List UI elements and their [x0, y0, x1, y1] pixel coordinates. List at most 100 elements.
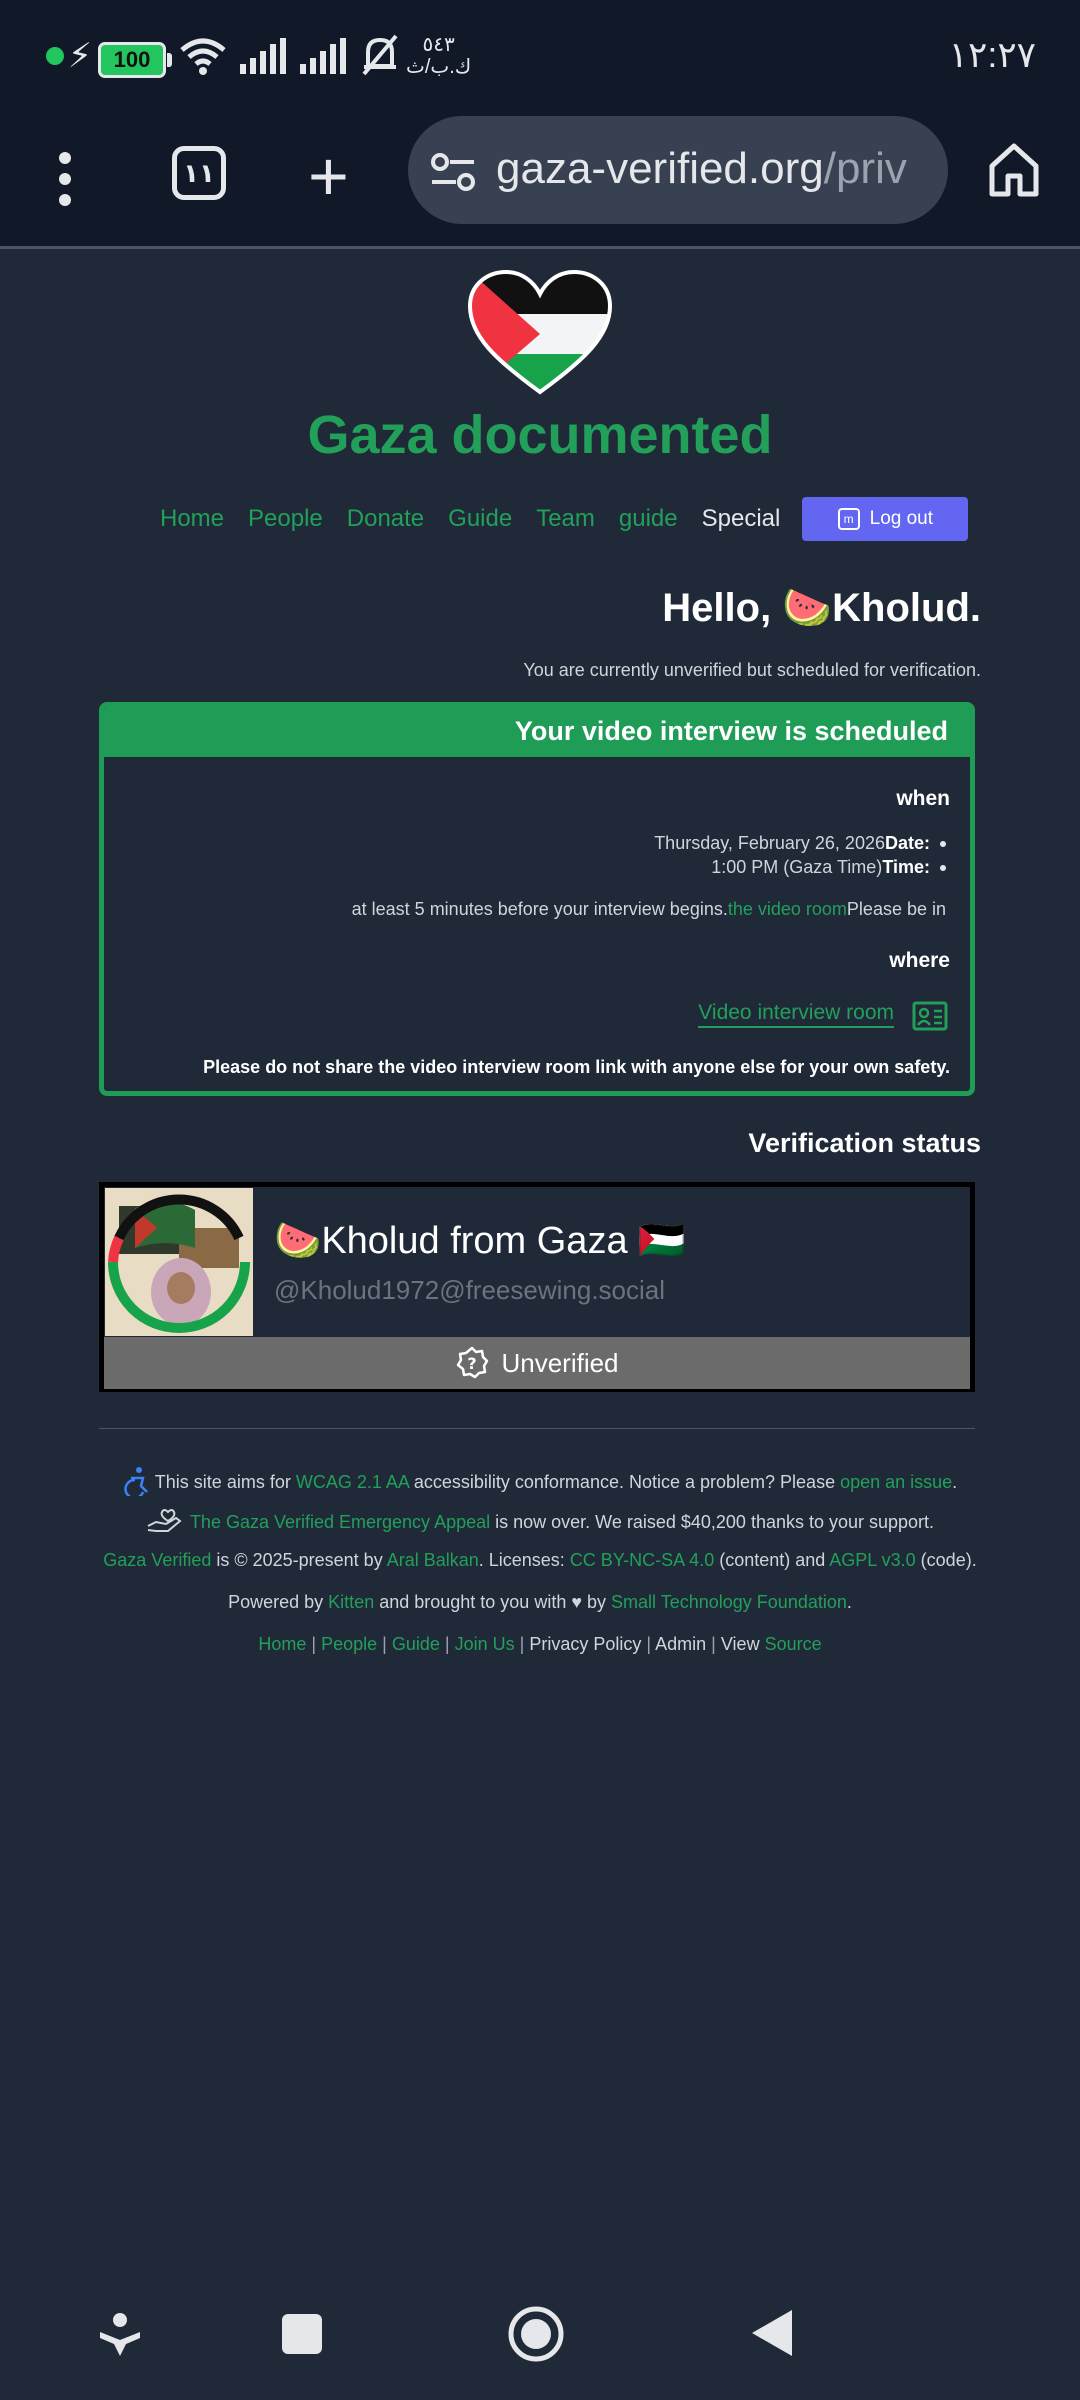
- unverified-badge-icon: ?: [457, 1346, 489, 1379]
- gaza-verified-link[interactable]: Gaza Verified: [103, 1550, 211, 1570]
- footer-join-link[interactable]: Join Us: [455, 1634, 515, 1654]
- footer-copyright: Gaza Verified is © 2025-present by Aral …: [0, 1550, 1080, 1571]
- speed-unit: ك.ب/ث: [406, 56, 472, 78]
- signal-icon-2: [300, 38, 346, 74]
- greeting-heading: Hello, 🍉Kholud.: [662, 584, 981, 631]
- nav-guide-2[interactable]: guide: [619, 505, 678, 533]
- site-settings-icon[interactable]: [430, 152, 476, 192]
- video-room-inline-link[interactable]: the video room: [728, 899, 847, 919]
- footer-appeal: The Gaza Verified Emergency Appeal is no…: [0, 1508, 1080, 1534]
- site-title[interactable]: Gaza documented: [0, 404, 1080, 466]
- watermelon-emoji: 🍉: [782, 586, 833, 630]
- kitten-link[interactable]: Kitten: [328, 1592, 374, 1612]
- nav-team[interactable]: Team: [536, 505, 595, 533]
- aral-balkan-link[interactable]: Aral Balkan: [387, 1550, 479, 1570]
- profile-handle: @Kholud1972@freesewing.social: [274, 1275, 666, 1305]
- bell-muted-icon: [362, 34, 398, 76]
- footer-home-link[interactable]: Home: [258, 1634, 306, 1654]
- footer-privacy-link[interactable]: Privacy Policy: [529, 1634, 641, 1654]
- copy-text-d: (code).: [915, 1550, 977, 1570]
- agpl-license-link[interactable]: AGPL v3.0: [829, 1550, 915, 1570]
- back-icon[interactable]: [750, 2308, 794, 2358]
- time-label: Time:: [882, 857, 930, 877]
- profile-card[interactable]: 🍉Kholud from Gaza 🇵🇸 @Kholud1972@freesew…: [99, 1182, 975, 1392]
- open-issue-link[interactable]: open an issue: [840, 1472, 952, 1492]
- small-tech-link[interactable]: Small Technology Foundation: [611, 1592, 847, 1612]
- logout-label: Log out: [869, 508, 934, 529]
- appeal-link[interactable]: The Gaza Verified Emergency Appeal: [190, 1512, 490, 1532]
- palestine-heart-logo[interactable]: [466, 268, 614, 398]
- powered-text-c: .: [846, 1592, 852, 1612]
- avatar-image: [105, 1188, 253, 1336]
- footer-people-link[interactable]: People: [321, 1634, 377, 1654]
- id-card-icon[interactable]: [912, 1001, 948, 1031]
- time-row: 1:00 PM (Gaza Time)Time:: [711, 857, 946, 878]
- profile-display-name: 🍉Kholud from Gaza 🇵🇸: [274, 1220, 686, 1262]
- speed-value: ٥٤٣: [422, 34, 455, 56]
- accessibility-shortcut-icon[interactable]: [96, 2310, 144, 2358]
- nav-guide[interactable]: Guide: [448, 505, 512, 533]
- date-value: Thursday, February 26, 2026: [654, 833, 885, 853]
- svg-text:?: ?: [468, 1354, 477, 1373]
- url-domain: gaza-verified.org: [496, 144, 824, 193]
- mastodon-icon: m: [837, 508, 860, 530]
- footer-divider: [99, 1428, 975, 1429]
- status-bar: ⚡ 100 ٥٤٣ ك.ب/ث ١٢:٢٧: [0, 0, 1080, 110]
- video-room-link[interactable]: Video interview room: [698, 1001, 894, 1028]
- interview-heading: Your video interview is scheduled: [514, 716, 948, 746]
- verification-status-badge: ? Unverified: [104, 1337, 970, 1389]
- greeting-subtitle: You are currently unverified but schedul…: [523, 660, 981, 680]
- where-label: where: [889, 949, 950, 972]
- nav-home[interactable]: Home: [160, 505, 224, 533]
- copy-text-c: (content) and: [714, 1550, 830, 1570]
- powered-text-a: Powered by: [228, 1592, 329, 1612]
- nav-donate[interactable]: Donate: [347, 505, 424, 533]
- recents-icon[interactable]: [280, 2312, 324, 2356]
- signal-icon: [240, 38, 286, 74]
- avatar: [105, 1188, 253, 1336]
- home-button-icon[interactable]: [506, 2304, 566, 2364]
- when-label: when: [896, 787, 950, 810]
- nav-special[interactable]: Special: [702, 505, 781, 533]
- copy-text-a: is © 2025-present by: [211, 1550, 387, 1570]
- interview-card-header: Your video interview is scheduled: [104, 707, 970, 757]
- a11y-text-a: This site aims for: [154, 1472, 296, 1492]
- copy-text-b: . Licenses:: [478, 1550, 570, 1570]
- footer-source-link[interactable]: Source: [765, 1634, 822, 1654]
- be-in-text-b: Please be in: [846, 899, 946, 919]
- cc-license-link[interactable]: CC BY-NC-SA 4.0: [570, 1550, 714, 1570]
- footer-accessibility: This site aims for WCAG 2.1 AA accessibi…: [0, 1466, 1080, 1500]
- date-row: Thursday, February 26, 2026Date:: [654, 833, 946, 854]
- notification-dot-icon: [46, 47, 64, 65]
- accessibility-icon: [124, 1467, 148, 1500]
- browser-toolbar: ١١ + gaza-verified.org/priv: [0, 110, 1080, 249]
- verification-title: Verification status: [748, 1128, 981, 1158]
- wcag-link[interactable]: WCAG 2.1 AA: [296, 1472, 409, 1492]
- tab-switcher-button[interactable]: ١١: [172, 146, 226, 200]
- footer-guide-link[interactable]: Guide: [392, 1634, 440, 1654]
- footer-admin-link[interactable]: Admin: [655, 1634, 706, 1654]
- url-text[interactable]: gaza-verified.org/priv: [496, 144, 907, 194]
- donation-hand-icon: [147, 1509, 182, 1532]
- charging-icon: ⚡: [68, 37, 92, 75]
- main-nav: Home People Donate Guide Team guide Spec…: [160, 496, 969, 542]
- new-tab-icon[interactable]: +: [308, 141, 349, 211]
- safety-warning: Please do not share the video interview …: [203, 1057, 950, 1077]
- logout-button[interactable]: m Log out: [802, 497, 969, 541]
- nav-people[interactable]: People: [248, 505, 323, 533]
- greeting-prefix: Hello,: [662, 586, 783, 630]
- be-in-text-a: at least 5 minutes before your interview…: [351, 899, 728, 919]
- battery-icon: 100: [98, 42, 172, 78]
- date-label: Date:: [884, 833, 930, 853]
- home-icon[interactable]: [988, 142, 1040, 198]
- address-bar[interactable]: gaza-verified.org/priv: [408, 116, 948, 224]
- menu-icon[interactable]: [44, 144, 88, 214]
- interview-card: Your video interview is scheduled when T…: [99, 702, 975, 1096]
- clock: ١٢:٢٧: [948, 34, 1036, 75]
- system-navigation-bar: [0, 2290, 1080, 2380]
- a11y-text-b: accessibility conformance. Notice a prob…: [408, 1472, 841, 1492]
- appeal-text: is now over. We raised $40,200 thanks to…: [490, 1512, 935, 1532]
- url-path: /priv: [823, 144, 907, 193]
- footer-links: Home | People | Guide | Join Us | Privac…: [258, 1634, 822, 1654]
- a11y-text-c: .: [952, 1472, 958, 1492]
